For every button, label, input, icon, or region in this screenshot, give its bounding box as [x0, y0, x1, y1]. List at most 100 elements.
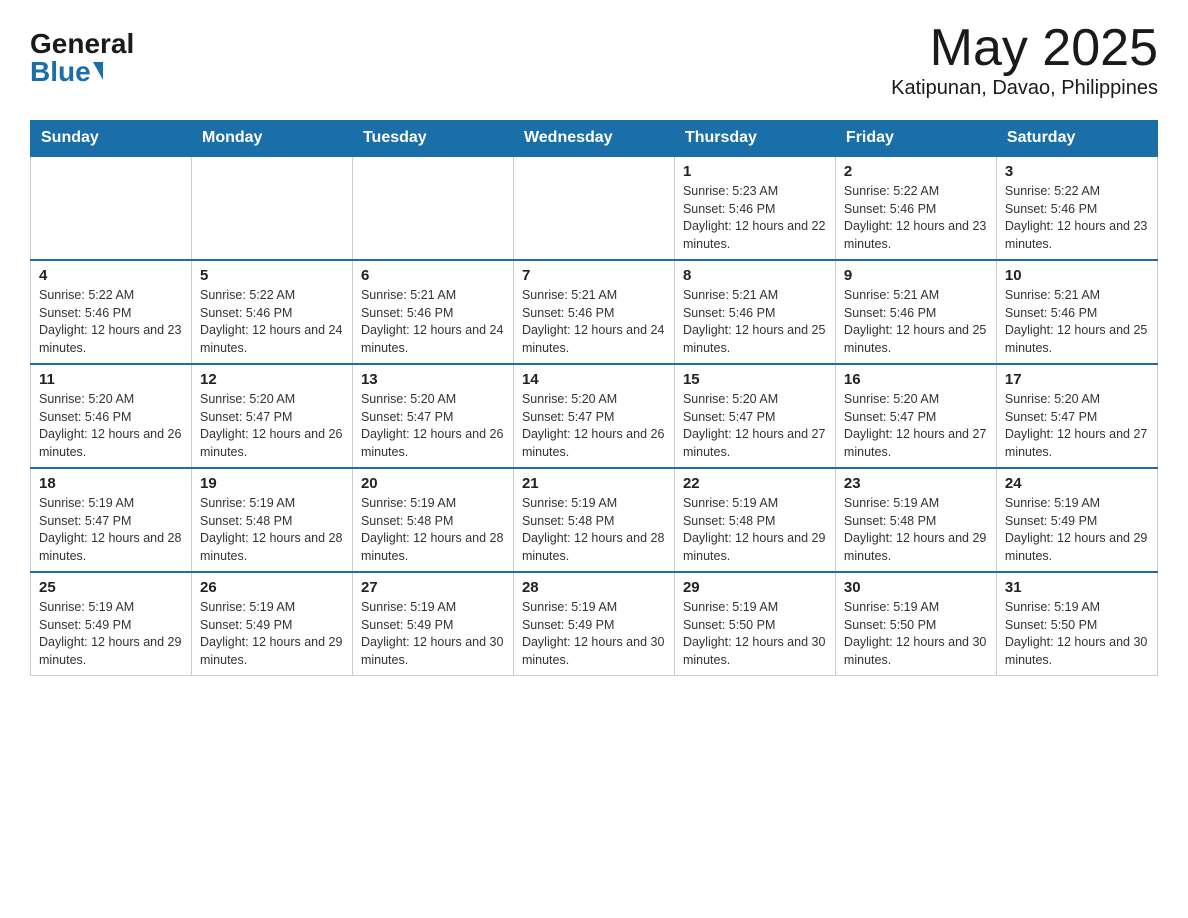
calendar-cell: 22Sunrise: 5:19 AMSunset: 5:48 PMDayligh…	[674, 468, 835, 572]
day-info: Sunrise: 5:19 AMSunset: 5:48 PMDaylight:…	[200, 495, 344, 565]
day-info: Sunrise: 5:22 AMSunset: 5:46 PMDaylight:…	[844, 183, 988, 253]
day-number: 7	[522, 267, 666, 284]
day-info: Sunrise: 5:19 AMSunset: 5:48 PMDaylight:…	[844, 495, 988, 565]
day-number: 18	[39, 475, 183, 492]
day-info: Sunrise: 5:19 AMSunset: 5:50 PMDaylight:…	[1005, 599, 1149, 669]
calendar-cell: 31Sunrise: 5:19 AMSunset: 5:50 PMDayligh…	[996, 572, 1157, 676]
day-info: Sunrise: 5:22 AMSunset: 5:46 PMDaylight:…	[1005, 183, 1149, 253]
day-info: Sunrise: 5:21 AMSunset: 5:46 PMDaylight:…	[522, 287, 666, 357]
week-row-5: 25 Sunrise: 5:19 AMSunset: 5:49 PMDayligh…	[31, 572, 1158, 676]
calendar-cell	[513, 156, 674, 260]
logo-blue-text: Blue	[30, 58, 103, 86]
location-text: Katipunan, Davao, Philippines	[891, 77, 1158, 100]
day-info: Sunrise: 5:20 AMSunset: 5:46 PMDaylight:…	[39, 391, 183, 461]
day-info: Sunrise: 5:20 AMSunset: 5:47 PMDaylight:…	[844, 391, 988, 461]
calendar-cell: 11 Sunrise: 5:20 AMSunset: 5:46 PMDayligh…	[31, 364, 192, 468]
title-block: May 2025 Katipunan, Davao, Philippines	[891, 20, 1158, 100]
calendar-cell: 14Sunrise: 5:20 AMSunset: 5:47 PMDayligh…	[513, 364, 674, 468]
calendar-cell: 9Sunrise: 5:21 AMSunset: 5:46 PMDaylight…	[835, 260, 996, 364]
day-info: Sunrise: 5:20 AMSunset: 5:47 PMDaylight:…	[683, 391, 827, 461]
day-number: 3	[1005, 163, 1149, 180]
day-number: 5	[200, 267, 344, 284]
day-info: Sunrise: 5:19 AMSunset: 5:48 PMDaylight:…	[361, 495, 505, 565]
day-info: Sunrise: 5:19 AMSunset: 5:47 PMDaylight:…	[39, 495, 183, 565]
calendar-cell: 13 Sunrise: 5:20 AMSunset: 5:47 PMDayligh…	[352, 364, 513, 468]
calendar-cell: 27 Sunrise: 5:19 AMSunset: 5:49 PMDayligh…	[352, 572, 513, 676]
calendar-cell: 8Sunrise: 5:21 AMSunset: 5:46 PMDaylight…	[674, 260, 835, 364]
weekday-header-saturday: Saturday	[996, 121, 1157, 157]
calendar-cell: 4Sunrise: 5:22 AMSunset: 5:46 PMDaylight…	[31, 260, 192, 364]
calendar-cell: 28Sunrise: 5:19 AMSunset: 5:49 PMDayligh…	[513, 572, 674, 676]
day-info: Sunrise: 5:20 AMSunset: 5:47 PMDaylight:…	[200, 391, 344, 461]
day-info: Sunrise: 5:20 AMSunset: 5:47 PMDaylight:…	[522, 391, 666, 461]
day-number: 11	[39, 371, 183, 388]
day-number: 17	[1005, 371, 1149, 388]
day-number: 1	[683, 163, 827, 180]
day-info: Sunrise: 5:23 AMSunset: 5:46 PMDaylight:…	[683, 183, 827, 253]
calendar-cell: 7 Sunrise: 5:21 AMSunset: 5:46 PMDaylight…	[513, 260, 674, 364]
day-number: 28	[522, 579, 666, 596]
day-info: Sunrise: 5:19 AMSunset: 5:48 PMDaylight:…	[683, 495, 827, 565]
calendar-cell: 1 Sunrise: 5:23 AMSunset: 5:46 PMDaylight…	[674, 156, 835, 260]
week-row-4: 18 Sunrise: 5:19 AMSunset: 5:47 PMDayligh…	[31, 468, 1158, 572]
logo-general-text: General	[30, 30, 134, 58]
page-header: General Blue May 2025 Katipunan, Davao, …	[30, 20, 1158, 100]
logo-triangle-icon	[93, 62, 103, 80]
calendar-cell: 21Sunrise: 5:19 AMSunset: 5:48 PMDayligh…	[513, 468, 674, 572]
day-number: 30	[844, 579, 988, 596]
week-row-2: 4Sunrise: 5:22 AMSunset: 5:46 PMDaylight…	[31, 260, 1158, 364]
day-info: Sunrise: 5:20 AMSunset: 5:47 PMDaylight:…	[361, 391, 505, 461]
calendar-cell: 24 Sunrise: 5:19 AMSunset: 5:49 PMDayligh…	[996, 468, 1157, 572]
day-number: 26	[200, 579, 344, 596]
calendar-table: SundayMondayTuesdayWednesdayThursdayFrid…	[30, 120, 1158, 676]
day-info: Sunrise: 5:21 AMSunset: 5:46 PMDaylight:…	[361, 287, 505, 357]
day-number: 10	[1005, 267, 1149, 284]
calendar-cell	[352, 156, 513, 260]
calendar-cell: 20 Sunrise: 5:19 AMSunset: 5:48 PMDayligh…	[352, 468, 513, 572]
day-info: Sunrise: 5:19 AMSunset: 5:50 PMDaylight:…	[844, 599, 988, 669]
day-info: Sunrise: 5:21 AMSunset: 5:46 PMDaylight:…	[683, 287, 827, 357]
weekday-header-friday: Friday	[835, 121, 996, 157]
calendar-cell: 10 Sunrise: 5:21 AMSunset: 5:46 PMDayligh…	[996, 260, 1157, 364]
calendar-cell: 23 Sunrise: 5:19 AMSunset: 5:48 PMDayligh…	[835, 468, 996, 572]
week-row-1: 1 Sunrise: 5:23 AMSunset: 5:46 PMDaylight…	[31, 156, 1158, 260]
calendar-cell	[191, 156, 352, 260]
logo: General Blue	[30, 20, 134, 86]
day-number: 27	[361, 579, 505, 596]
day-info: Sunrise: 5:20 AMSunset: 5:47 PMDaylight:…	[1005, 391, 1149, 461]
day-info: Sunrise: 5:22 AMSunset: 5:46 PMDaylight:…	[200, 287, 344, 357]
day-info: Sunrise: 5:19 AMSunset: 5:49 PMDaylight:…	[39, 599, 183, 669]
calendar-cell: 12 Sunrise: 5:20 AMSunset: 5:47 PMDayligh…	[191, 364, 352, 468]
calendar-cell: 26 Sunrise: 5:19 AMSunset: 5:49 PMDayligh…	[191, 572, 352, 676]
weekday-header-wednesday: Wednesday	[513, 121, 674, 157]
day-number: 23	[844, 475, 988, 492]
calendar-cell: 18 Sunrise: 5:19 AMSunset: 5:47 PMDayligh…	[31, 468, 192, 572]
day-number: 19	[200, 475, 344, 492]
day-info: Sunrise: 5:21 AMSunset: 5:46 PMDaylight:…	[1005, 287, 1149, 357]
calendar-cell: 3 Sunrise: 5:22 AMSunset: 5:46 PMDaylight…	[996, 156, 1157, 260]
calendar-cell: 16 Sunrise: 5:20 AMSunset: 5:47 PMDayligh…	[835, 364, 996, 468]
day-number: 20	[361, 475, 505, 492]
calendar-cell: 6 Sunrise: 5:21 AMSunset: 5:46 PMDaylight…	[352, 260, 513, 364]
day-number: 12	[200, 371, 344, 388]
day-number: 16	[844, 371, 988, 388]
day-info: Sunrise: 5:19 AMSunset: 5:49 PMDaylight:…	[361, 599, 505, 669]
calendar-cell: 5 Sunrise: 5:22 AMSunset: 5:46 PMDaylight…	[191, 260, 352, 364]
calendar-cell: 30 Sunrise: 5:19 AMSunset: 5:50 PMDayligh…	[835, 572, 996, 676]
day-info: Sunrise: 5:22 AMSunset: 5:46 PMDaylight:…	[39, 287, 183, 357]
calendar-cell: 2Sunrise: 5:22 AMSunset: 5:46 PMDaylight…	[835, 156, 996, 260]
weekday-header-tuesday: Tuesday	[352, 121, 513, 157]
day-info: Sunrise: 5:19 AMSunset: 5:49 PMDaylight:…	[1005, 495, 1149, 565]
calendar-cell: 25 Sunrise: 5:19 AMSunset: 5:49 PMDayligh…	[31, 572, 192, 676]
weekday-header-monday: Monday	[191, 121, 352, 157]
month-title: May 2025	[891, 20, 1158, 77]
day-number: 25	[39, 579, 183, 596]
weekday-header-thursday: Thursday	[674, 121, 835, 157]
day-number: 6	[361, 267, 505, 284]
day-number: 21	[522, 475, 666, 492]
calendar-cell: 29Sunrise: 5:19 AMSunset: 5:50 PMDayligh…	[674, 572, 835, 676]
day-info: Sunrise: 5:19 AMSunset: 5:49 PMDaylight:…	[200, 599, 344, 669]
day-number: 24	[1005, 475, 1149, 492]
day-number: 15	[683, 371, 827, 388]
day-number: 13	[361, 371, 505, 388]
